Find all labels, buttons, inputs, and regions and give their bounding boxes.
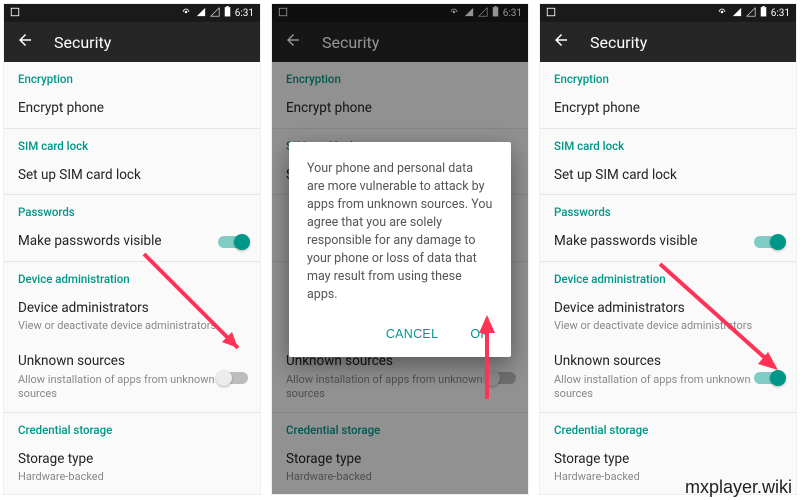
section-credential: Credential storage (540, 413, 796, 441)
toggle-unknown-sources[interactable] (218, 371, 248, 385)
clock-text: 6:31 (235, 8, 254, 19)
toggle-unknown-sources[interactable] (754, 371, 784, 385)
back-icon[interactable] (16, 31, 34, 53)
status-bar: 6:31 (540, 4, 796, 22)
settings-list: Encryption Encrypt phone SIM card lock S… (4, 62, 260, 494)
page-title: Security (54, 33, 111, 52)
watermark: mxplayer.wiki (685, 477, 792, 498)
settings-list: Encryption Encrypt phone SIM card lock S… (540, 62, 796, 494)
signal-icon (210, 7, 220, 20)
screenshot-icon (10, 7, 20, 20)
page-title: Security (590, 33, 647, 52)
item-unknown-sources[interactable]: Unknown sources Allow installation of ap… (4, 343, 260, 411)
item-unknown-sources[interactable]: Unknown sources Allow installation of ap… (540, 343, 796, 411)
network-icon (732, 7, 742, 20)
hotspot-icon (716, 7, 728, 20)
signal-icon (746, 7, 756, 20)
section-encryption: Encryption (540, 62, 796, 90)
section-device-admin: Device administration (4, 262, 260, 290)
item-passwords-visible[interactable]: Make passwords visible (4, 223, 260, 261)
status-bar: 6:31 (4, 4, 260, 22)
toggle-passwords-visible[interactable] (218, 235, 248, 249)
network-icon (196, 7, 206, 20)
screenshot-icon (546, 7, 556, 20)
screen-dialog: 6:31 Security Encryption Encrypt phone S… (272, 4, 528, 494)
section-device-admin: Device administration (540, 262, 796, 290)
section-passwords: Passwords (4, 195, 260, 223)
dialog-scrim: Your phone and personal data are more vu… (272, 4, 528, 494)
battery-icon (224, 6, 231, 20)
item-sim-lock[interactable]: Set up SIM card lock (4, 157, 260, 195)
battery-icon (760, 6, 767, 20)
item-encrypt-phone[interactable]: Encrypt phone (540, 90, 796, 128)
screen-after: 6:31 Security Encryption Encrypt phone S… (540, 4, 796, 494)
item-passwords-visible[interactable]: Make passwords visible (540, 223, 796, 261)
section-passwords: Passwords (540, 195, 796, 223)
confirm-dialog: Your phone and personal data are more vu… (289, 142, 511, 357)
item-storage-type[interactable]: Storage type Hardware-backed (4, 441, 260, 494)
dialog-message: Your phone and personal data are more vu… (307, 160, 493, 305)
item-device-admins[interactable]: Device administrators View or deactivate… (540, 290, 796, 344)
section-credential: Credential storage (4, 413, 260, 441)
cancel-button[interactable]: CANCEL (382, 319, 443, 349)
clock-text: 6:31 (771, 8, 790, 19)
screen-before: 6:31 Security Encryption Encrypt phone S… (4, 4, 260, 494)
item-device-admins[interactable]: Device administrators View or deactivate… (4, 290, 260, 344)
section-sim: SIM card lock (540, 129, 796, 157)
hotspot-icon (180, 7, 192, 20)
dialog-actions: CANCEL OK (307, 319, 493, 349)
item-encrypt-phone[interactable]: Encrypt phone (4, 90, 260, 128)
section-encryption: Encryption (4, 62, 260, 90)
ok-button[interactable]: OK (466, 319, 493, 349)
app-bar: Security (4, 22, 260, 62)
item-sim-lock[interactable]: Set up SIM card lock (540, 157, 796, 195)
app-bar: Security (540, 22, 796, 62)
toggle-passwords-visible[interactable] (754, 235, 784, 249)
section-sim: SIM card lock (4, 129, 260, 157)
back-icon[interactable] (552, 31, 570, 53)
